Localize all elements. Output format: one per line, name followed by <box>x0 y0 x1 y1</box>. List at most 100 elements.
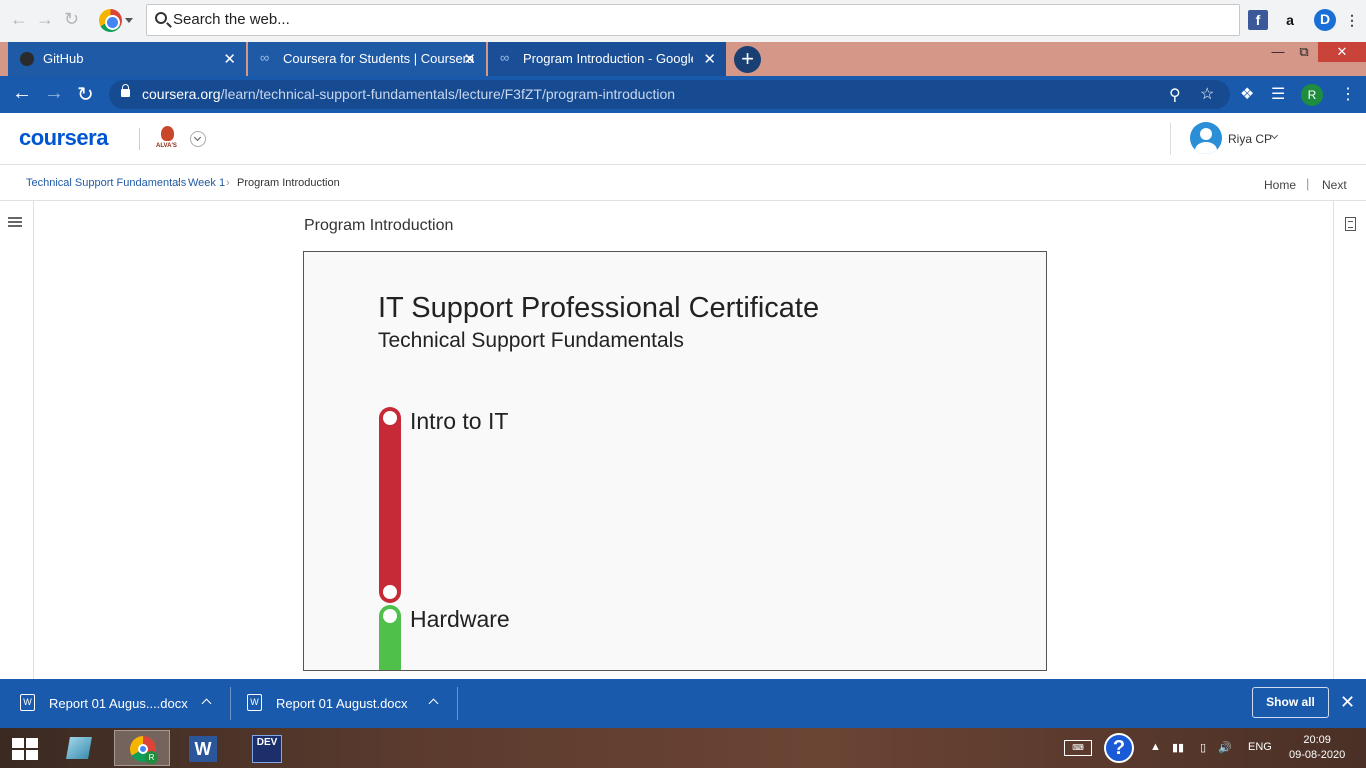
chevron-down-icon[interactable] <box>125 18 133 23</box>
zoom-icon[interactable]: ⚲ <box>1169 85 1181 105</box>
keyboard-icon[interactable]: ⌨ <box>1064 740 1092 756</box>
close-icon[interactable]: ✕ <box>1340 692 1355 713</box>
lecture-title: Program Introduction <box>304 217 454 234</box>
search-placeholder: Search the web... <box>173 11 290 28</box>
user-name[interactable]: Riya CP <box>1228 132 1272 146</box>
clock-time: 20:09 <box>1303 734 1331 746</box>
divider <box>139 128 140 150</box>
extensions-puzzle-icon[interactable]: ❖ <box>1240 84 1254 104</box>
downloads-bar: W Report 01 Augus....docx W Report 01 Au… <box>0 679 1366 728</box>
breadcrumb-week-link[interactable]: Week 1 <box>188 177 225 189</box>
tab-coursera-students[interactable]: ∞ Coursera for Students | Coursera ✕ <box>248 42 486 76</box>
dev-cpp-taskbar-icon[interactable]: DEV <box>238 730 294 766</box>
chrome-taskbar-icon[interactable]: R <box>114 730 170 766</box>
coursera-icon: ∞ <box>500 50 510 65</box>
tab-program-introduction[interactable]: ∞ Program Introduction - Google IT ✕ <box>488 42 726 76</box>
facebook-icon[interactable]: f <box>1248 10 1268 30</box>
amazon-icon[interactable]: a <box>1280 10 1300 30</box>
volume-icon[interactable]: 🔊 <box>1218 741 1232 754</box>
url-text: coursera.org/learn/technical-support-fun… <box>142 86 676 102</box>
chrome-logo-icon[interactable] <box>99 9 122 32</box>
bookmark-star-icon[interactable]: ☆ <box>1200 84 1214 104</box>
word-doc-icon: W <box>20 694 35 711</box>
taskbar: R W DEV ⌨ ? ▲ ▮▮ ▯ 🔊 ENG 20:09 09-08-202… <box>0 728 1366 768</box>
step-track-intro <box>379 407 401 603</box>
transcript-icon[interactable] <box>1345 217 1356 231</box>
close-icon[interactable]: ✕ <box>463 50 476 68</box>
back-icon[interactable]: ← <box>12 82 32 105</box>
partner-logo[interactable]: ALVA'S <box>156 126 178 152</box>
breadcrumb-course-link[interactable]: Technical Support Fundamentals <box>26 177 186 189</box>
home-link[interactable]: Home <box>1264 178 1296 192</box>
extension-d-icon[interactable]: D <box>1314 9 1336 31</box>
github-icon <box>20 52 34 66</box>
slide-title: IT Support Professional Certificate <box>378 292 820 324</box>
extension-search-bar: ← → ↻ Search the web... f a D ⋮ <box>0 0 1366 42</box>
tab-label: Program Introduction - Google IT <box>523 51 693 66</box>
video-player[interactable]: IT Support Professional Certificate Tech… <box>303 251 1047 671</box>
forward-icon[interactable]: → <box>44 82 64 105</box>
web-search-input[interactable]: Search the web... <box>146 4 1240 36</box>
show-all-button[interactable]: Show all <box>1252 687 1329 718</box>
user-avatar[interactable] <box>1190 122 1222 154</box>
coursera-logo[interactable]: coursera <box>19 125 108 151</box>
step-label-hardware: Hardware <box>410 606 510 632</box>
back-arrow-icon[interactable]: ← <box>10 9 28 30</box>
download-item[interactable]: W Report 01 Augus....docx <box>0 679 230 728</box>
step-node <box>383 585 397 599</box>
reload-icon[interactable]: ↻ <box>77 82 94 107</box>
chrome-menu-icon[interactable]: ⋮ <box>1340 84 1356 104</box>
word-taskbar-icon[interactable]: W <box>176 730 232 766</box>
chevron-down-icon[interactable] <box>1270 131 1279 140</box>
step-node <box>383 609 397 623</box>
search-icon <box>155 12 167 24</box>
chrome-profile-badge: R <box>145 751 158 764</box>
language-indicator[interactable]: ENG <box>1248 741 1272 753</box>
divider <box>457 687 458 720</box>
word-doc-icon: W <box>247 694 262 711</box>
partner-name: ALVA'S <box>156 143 177 149</box>
help-icon[interactable]: ? <box>1104 733 1134 763</box>
breadcrumb: Technical Support Fundamentals › Week 1 … <box>0 166 1366 201</box>
forward-arrow-icon[interactable]: → <box>36 9 54 30</box>
course-outline-icon[interactable] <box>8 217 22 228</box>
url-field[interactable]: coursera.org/learn/technical-support-fun… <box>109 80 1230 109</box>
download-filename: Report 01 Augus....docx <box>49 696 188 711</box>
step-track-hardware <box>379 605 401 670</box>
partner-emblem-icon <box>161 126 174 141</box>
tab-label: GitHub <box>43 51 84 66</box>
breadcrumb-current: Program Introduction <box>237 177 340 189</box>
partner-dropdown-button[interactable] <box>190 131 206 147</box>
download-item[interactable]: W Report 01 August.docx <box>227 679 457 728</box>
network-icon[interactable]: ▮▮ <box>1172 741 1184 754</box>
coursera-icon: ∞ <box>260 50 270 65</box>
maximize-button[interactable]: ⧉ <box>1294 42 1314 62</box>
address-bar: ← → ↻ coursera.org/learn/technical-suppo… <box>0 76 1366 113</box>
chevron-up-icon[interactable] <box>428 698 439 709</box>
profile-avatar[interactable]: R <box>1301 84 1323 106</box>
left-rail <box>0 201 34 679</box>
tab-github[interactable]: GitHub ✕ <box>8 42 246 76</box>
close-icon[interactable]: ✕ <box>703 50 716 68</box>
chevron-up-icon[interactable] <box>201 698 212 709</box>
windows-start-icon[interactable] <box>12 738 38 760</box>
menu-dots-icon[interactable]: ⋮ <box>1342 10 1362 30</box>
next-link[interactable]: Next <box>1322 178 1347 192</box>
new-tab-button[interactable]: + <box>734 46 761 73</box>
system-clock[interactable]: 20:09 09-08-2020 <box>1289 733 1345 763</box>
show-hidden-icons-icon[interactable]: ▲ <box>1150 741 1161 753</box>
right-rail <box>1333 201 1366 679</box>
battery-icon[interactable]: ▯ <box>1200 741 1206 754</box>
minimize-button[interactable]: — <box>1268 42 1288 62</box>
tab-strip: GitHub ✕ ∞ Coursera for Students | Cours… <box>0 42 1366 76</box>
media-queue-icon[interactable]: ☰ <box>1271 84 1285 104</box>
download-filename: Report 01 August.docx <box>276 696 408 711</box>
step-label-intro: Intro to IT <box>410 408 509 434</box>
tab-label: Coursera for Students | Coursera <box>283 51 475 66</box>
clock-date: 09-08-2020 <box>1289 749 1346 761</box>
reload-icon[interactable]: ↻ <box>64 9 79 30</box>
breadcrumb-separator: › <box>177 177 181 189</box>
close-window-button[interactable]: ✕ <box>1318 42 1366 62</box>
close-icon[interactable]: ✕ <box>223 50 236 68</box>
task-view-icon[interactable] <box>52 730 108 766</box>
